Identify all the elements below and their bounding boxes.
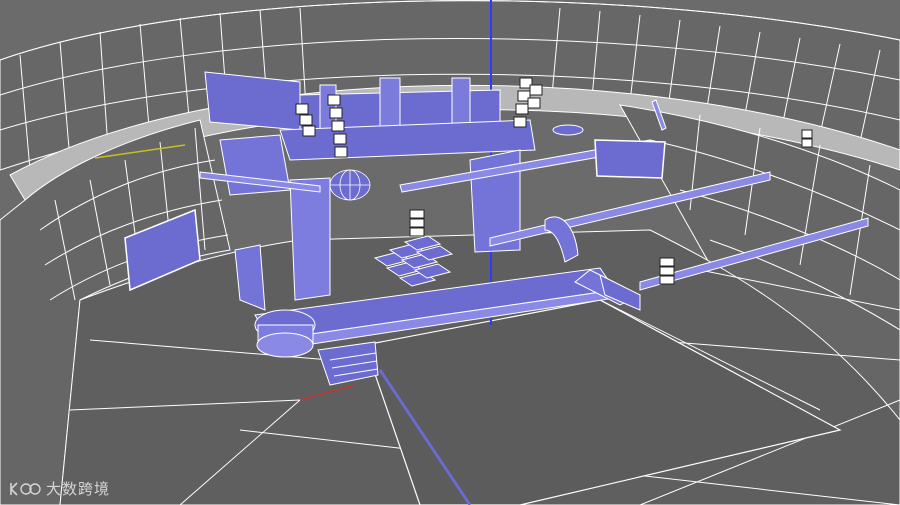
semi-circle-platform[interactable] (254, 309, 316, 358)
3d-viewport[interactable]: 大数跨境 (0, 0, 900, 505)
brand-logo-icon (10, 481, 41, 496)
stadium-scene[interactable] (0, 0, 900, 505)
watermark-text: 大数跨境 (46, 480, 111, 498)
globe-prop (329, 169, 371, 201)
round-platform (552, 124, 584, 136)
watermark: 大数跨境 (8, 478, 110, 499)
side-screen-right[interactable] (594, 139, 666, 179)
